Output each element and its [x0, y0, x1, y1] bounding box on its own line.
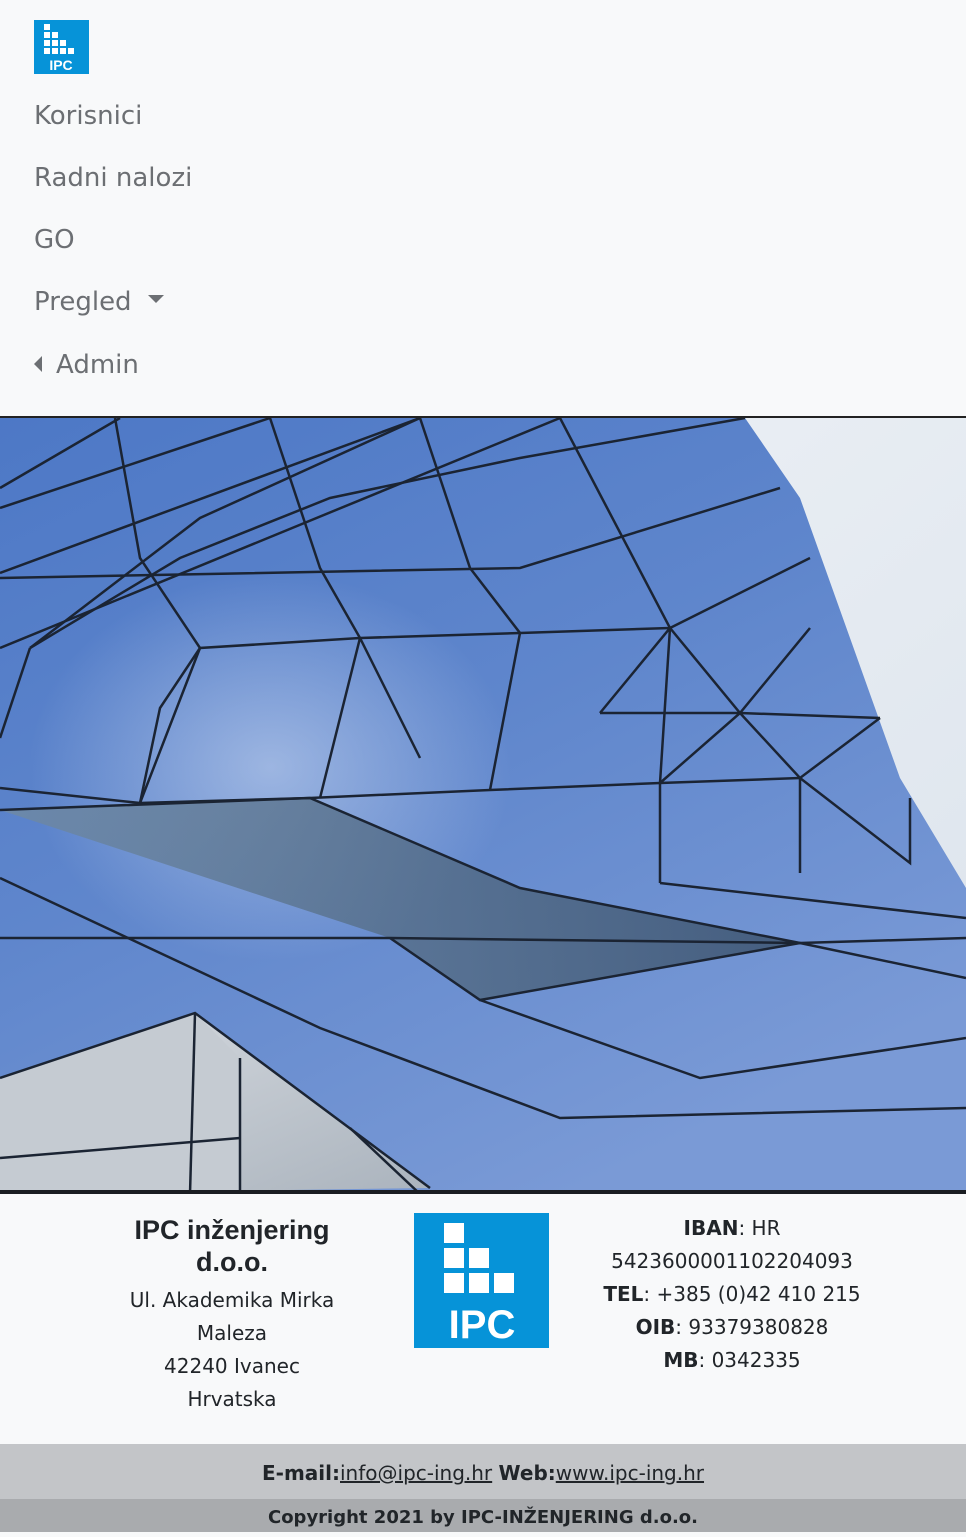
nav-item-pregled-dropdown[interactable]: Pregled — [34, 286, 164, 318]
tel-value: : +385 (0)42 410 215 — [643, 1282, 861, 1306]
nav-item-admin-dropdown[interactable]: Admin — [34, 349, 139, 381]
nav-item-radni-nalozi[interactable]: Radni nalozi — [34, 162, 192, 194]
oib-value: : 93379380828 — [675, 1315, 829, 1339]
contact-bar: E-mail:info@ipc-ing.hr Web:www.ipc-ing.h… — [0, 1444, 966, 1499]
nav-label-radni-nalozi: Radni nalozi — [34, 163, 193, 193]
oib-line: OIB: 93379380828 — [602, 1311, 862, 1344]
email-link[interactable]: info@ipc-ing.hr — [340, 1461, 492, 1485]
logo-text: IPC — [49, 57, 72, 73]
copyright-text: Copyright 2021 by IPC-INŽENJERING d.o.o. — [267, 1507, 698, 1528]
caret-left-icon — [34, 355, 42, 372]
iban-line: IBAN: HR 5423600001102204093 — [602, 1212, 862, 1278]
web-label: Web: — [498, 1461, 556, 1485]
navbar: IPC Korisnici Radni nalozi GO Pregled Ad… — [0, 0, 966, 416]
nav-label-admin: Admin — [56, 350, 139, 380]
web-link[interactable]: www.ipc-ing.hr — [556, 1461, 704, 1485]
oib-label: OIB — [635, 1315, 676, 1339]
footer-logo-text: IPC — [449, 1303, 516, 1347]
nav-label-pregled: Pregled — [34, 287, 132, 317]
footer-ipc-logo: IPC — [414, 1213, 549, 1348]
building-facade-illustration — [0, 418, 966, 1194]
address-street: Ul. Akademika Mirka Maleza — [129, 1288, 335, 1345]
mb-value: : 0342335 — [698, 1348, 801, 1372]
footer: IPC inženjering d.o.o. Ul. Akademika Mir… — [0, 1194, 966, 1444]
nav-item-go[interactable]: GO — [34, 224, 75, 256]
nav-label-go: GO — [34, 225, 75, 255]
hero-image — [0, 418, 966, 1194]
copyright-bar: Copyright 2021 by IPC-INŽENJERING d.o.o. — [0, 1499, 966, 1532]
address-country: Hrvatska — [187, 1387, 277, 1411]
mb-line: MB: 0342335 — [602, 1344, 862, 1377]
company-legal-info: IBAN: HR 5423600001102204093 TEL: +385 (… — [602, 1212, 862, 1377]
nav-label-korisnici: Korisnici — [34, 101, 143, 131]
mb-label: MB — [663, 1348, 699, 1372]
nav-item-korisnici[interactable]: Korisnici — [34, 100, 142, 132]
iban-label: IBAN — [683, 1216, 739, 1240]
company-name: IPC inženjering d.o.o. — [134, 1215, 330, 1277]
company-address: Ul. Akademika Mirka Maleza 42240 Ivanec … — [102, 1284, 362, 1416]
tel-label: TEL — [603, 1282, 644, 1306]
company-info: IPC inženjering d.o.o. Ul. Akademika Mir… — [102, 1214, 362, 1416]
email-label: E-mail: — [261, 1461, 340, 1485]
address-city: 42240 Ivanec — [164, 1354, 300, 1378]
ipc-logo[interactable]: IPC — [34, 20, 89, 74]
caret-down-icon — [147, 294, 164, 303]
tel-line: TEL: +385 (0)42 410 215 — [602, 1278, 862, 1311]
